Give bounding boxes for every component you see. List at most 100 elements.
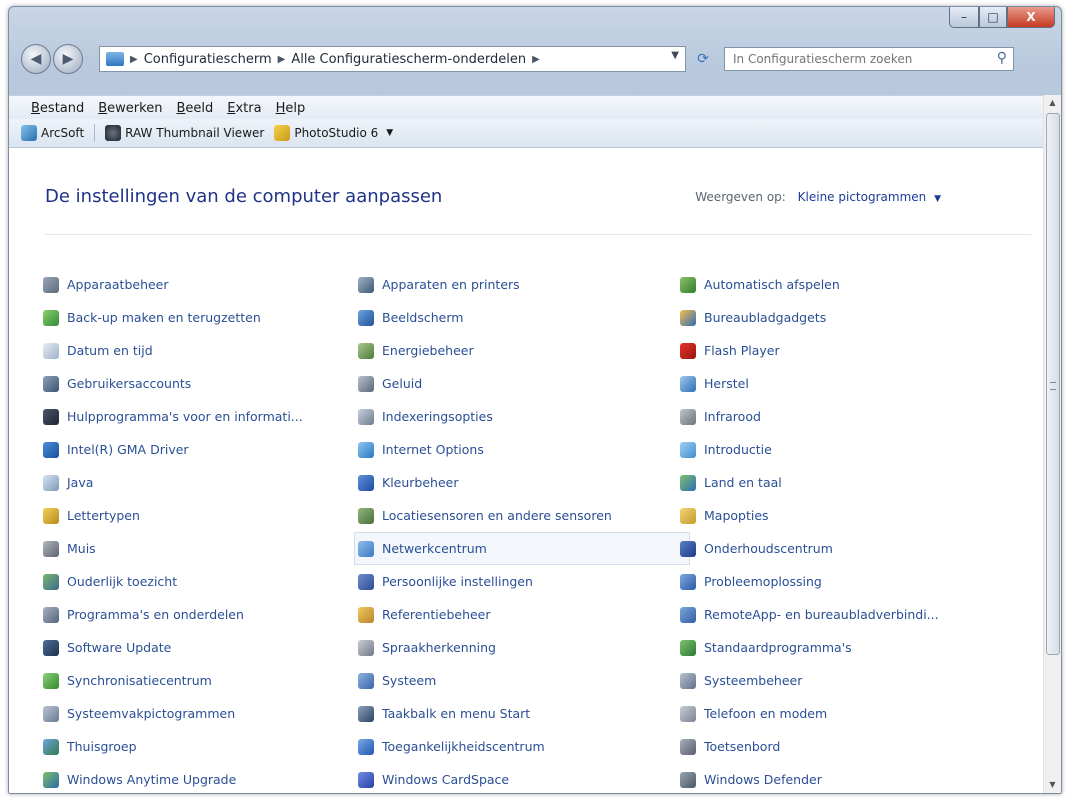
control-panel-item-label: Flash Player <box>704 343 780 358</box>
control-panel-item[interactable]: Hulpprogramma's voor en informati... <box>43 400 358 433</box>
control-panel-item[interactable]: Automatisch afspelen <box>680 268 1000 301</box>
control-panel-item[interactable]: Toegankelijkheidscentrum <box>358 730 680 763</box>
control-panel-item[interactable]: Flash Player <box>680 334 1000 367</box>
search-input[interactable] <box>731 51 975 67</box>
control-panel-item[interactable]: Referentiebeheer <box>358 598 680 631</box>
control-panel-item[interactable]: Onderhoudscentrum <box>680 532 1000 565</box>
control-panel-item[interactable]: Java <box>43 466 358 499</box>
control-panel-item[interactable]: Ouderlijk toezicht <box>43 565 358 598</box>
toolbar-separator <box>94 124 96 142</box>
control-panel-item[interactable]: Netwerkcentrum <box>354 532 690 565</box>
menu-bewerken[interactable]: Bewerken <box>98 101 162 116</box>
menu-bestand[interactable]: Bestand <box>31 101 84 116</box>
toolbar-arcsoft[interactable]: ArcSoft <box>21 125 84 141</box>
control-panel-item-icon <box>43 375 59 392</box>
control-panel-item-icon <box>358 408 374 425</box>
menu-help[interactable]: Help <box>276 101 306 116</box>
menu-beeld[interactable]: Beeld <box>176 101 213 116</box>
view-by-dropdown[interactable]: Kleine pictogrammen <box>798 190 927 204</box>
close-button[interactable]: X <box>1007 7 1055 28</box>
control-panel-item-icon <box>43 672 59 689</box>
control-panel-item-icon <box>358 375 374 392</box>
control-panel-item[interactable]: Indexeringsopties <box>358 400 680 433</box>
view-by-label: Weergeven op: <box>695 190 786 204</box>
control-panel-item[interactable]: Apparaatbeheer <box>43 268 358 301</box>
control-panel-item[interactable]: Infrarood <box>680 400 1000 433</box>
control-panel-item[interactable]: Apparaten en printers <box>358 268 680 301</box>
control-panel-item-label: Toetsenbord <box>704 739 781 754</box>
toolbar-label: ArcSoft <box>41 126 85 140</box>
control-panel-item-label: Infrarood <box>704 409 761 424</box>
scroll-up-icon[interactable]: ▲ <box>1044 95 1061 111</box>
control-panel-item[interactable]: Introductie <box>680 433 1000 466</box>
control-panel-item[interactable]: Internet Options <box>358 433 680 466</box>
breadcrumb-chevron-icon[interactable]: ▶ <box>278 54 286 65</box>
search-box[interactable]: ⚲ <box>724 47 1014 71</box>
control-panel-item-icon <box>680 507 696 524</box>
breadcrumb-all-items[interactable]: Alle Configuratiescherm-onderdelen <box>291 52 526 67</box>
control-panel-item-icon <box>680 540 696 557</box>
control-panel-item[interactable]: Bureaubladgadgets <box>680 301 1000 334</box>
vertical-scrollbar[interactable]: ▲ ▼ <box>1043 95 1061 793</box>
control-panel-item[interactable]: Kleurbeheer <box>358 466 680 499</box>
control-panel-item[interactable]: Systeembeheer <box>680 664 1000 697</box>
control-panel-item[interactable]: Datum en tijd <box>43 334 358 367</box>
breadcrumb-chevron-icon[interactable]: ▶ <box>532 54 540 65</box>
control-panel-item-icon <box>680 474 696 491</box>
control-panel-item[interactable]: Persoonlijke instellingen <box>358 565 680 598</box>
toolbar-raw-thumbnail-viewer[interactable]: RAW Thumbnail Viewer <box>105 125 264 141</box>
scroll-down-icon[interactable]: ▼ <box>1044 777 1061 793</box>
scroll-thumb[interactable] <box>1046 113 1060 655</box>
control-panel-item[interactable]: Thuisgroep <box>43 730 358 763</box>
control-panel-item[interactable]: Lettertypen <box>43 499 358 532</box>
toolbar-photostudio[interactable]: PhotoStudio 6 ▼ <box>274 125 393 141</box>
control-panel-item[interactable]: Intel(R) GMA Driver <box>43 433 358 466</box>
control-panel-item[interactable]: RemoteApp- en bureaubladverbindi... <box>680 598 1000 631</box>
breadcrumb-chevron-icon[interactable]: ▶ <box>130 54 138 65</box>
control-panel-item[interactable]: Back-up maken en terugzetten <box>43 301 358 334</box>
address-dropdown-icon[interactable]: ▼ <box>671 50 679 61</box>
control-panel-item[interactable]: Software Update <box>43 631 358 664</box>
forward-button[interactable]: ▶ <box>53 44 83 74</box>
control-panel-item[interactable]: Muis <box>43 532 358 565</box>
refresh-button[interactable]: ⟳ <box>690 47 716 71</box>
control-panel-item[interactable]: Systeem <box>358 664 680 697</box>
control-panel-item-icon <box>358 672 374 689</box>
control-panel-item-label: Apparaatbeheer <box>67 277 169 292</box>
control-panel-item[interactable]: Synchronisatiecentrum <box>43 664 358 697</box>
control-panel-item-label: Spraakherkenning <box>382 640 496 655</box>
control-panel-item[interactable]: Herstel <box>680 367 1000 400</box>
control-panel-item[interactable]: Energiebeheer <box>358 334 680 367</box>
control-panel-item[interactable]: Programma's en onderdelen <box>43 598 358 631</box>
control-panel-item[interactable]: Spraakherkenning <box>358 631 680 664</box>
control-panel-item[interactable]: Mapopties <box>680 499 1000 532</box>
chevron-down-icon[interactable]: ▼ <box>934 194 941 204</box>
toolbar: ArcSoft RAW Thumbnail Viewer PhotoStudio… <box>9 119 1061 148</box>
maximize-button[interactable]: □ <box>979 7 1007 28</box>
control-panel-item[interactable]: Windows Anytime Upgrade <box>43 763 358 793</box>
menu-extra[interactable]: Extra <box>227 101 261 116</box>
search-icon[interactable]: ⚲ <box>997 50 1007 66</box>
control-panel-item[interactable]: Toetsenbord <box>680 730 1000 763</box>
control-panel-item-label: Synchronisatiecentrum <box>67 673 212 688</box>
control-panel-item[interactable]: Gebruikersaccounts <box>43 367 358 400</box>
control-panel-item[interactable]: Taakbalk en menu Start <box>358 697 680 730</box>
control-panel-item[interactable]: Systeemvakpictogrammen <box>43 697 358 730</box>
control-panel-item[interactable]: Geluid <box>358 367 680 400</box>
control-panel-item[interactable]: Telefoon en modem <box>680 697 1000 730</box>
back-button[interactable]: ◀ <box>21 44 51 74</box>
control-panel-item-label: Referentiebeheer <box>382 607 491 622</box>
control-panel-item[interactable]: Beeldscherm <box>358 301 680 334</box>
control-panel-item[interactable]: Locatiesensoren en andere sensoren <box>358 499 680 532</box>
breadcrumb-control-panel[interactable]: Configuratiescherm <box>144 52 272 67</box>
minimize-button[interactable]: – <box>949 7 979 28</box>
control-panel-item[interactable]: Windows CardSpace <box>358 763 680 793</box>
control-panel-item[interactable]: Windows Defender <box>680 763 1000 793</box>
control-panel-item-icon <box>358 573 374 590</box>
control-panel-item[interactable]: Standaardprogramma's <box>680 631 1000 664</box>
chevron-down-icon[interactable]: ▼ <box>386 128 393 138</box>
control-panel-item[interactable]: Probleemoplossing <box>680 565 1000 598</box>
control-panel-item[interactable]: Land en taal <box>680 466 1000 499</box>
address-bar[interactable]: ▶ Configuratiescherm ▶ Alle Configuratie… <box>99 46 686 72</box>
control-panel-item-label: Standaardprogramma's <box>704 640 852 655</box>
